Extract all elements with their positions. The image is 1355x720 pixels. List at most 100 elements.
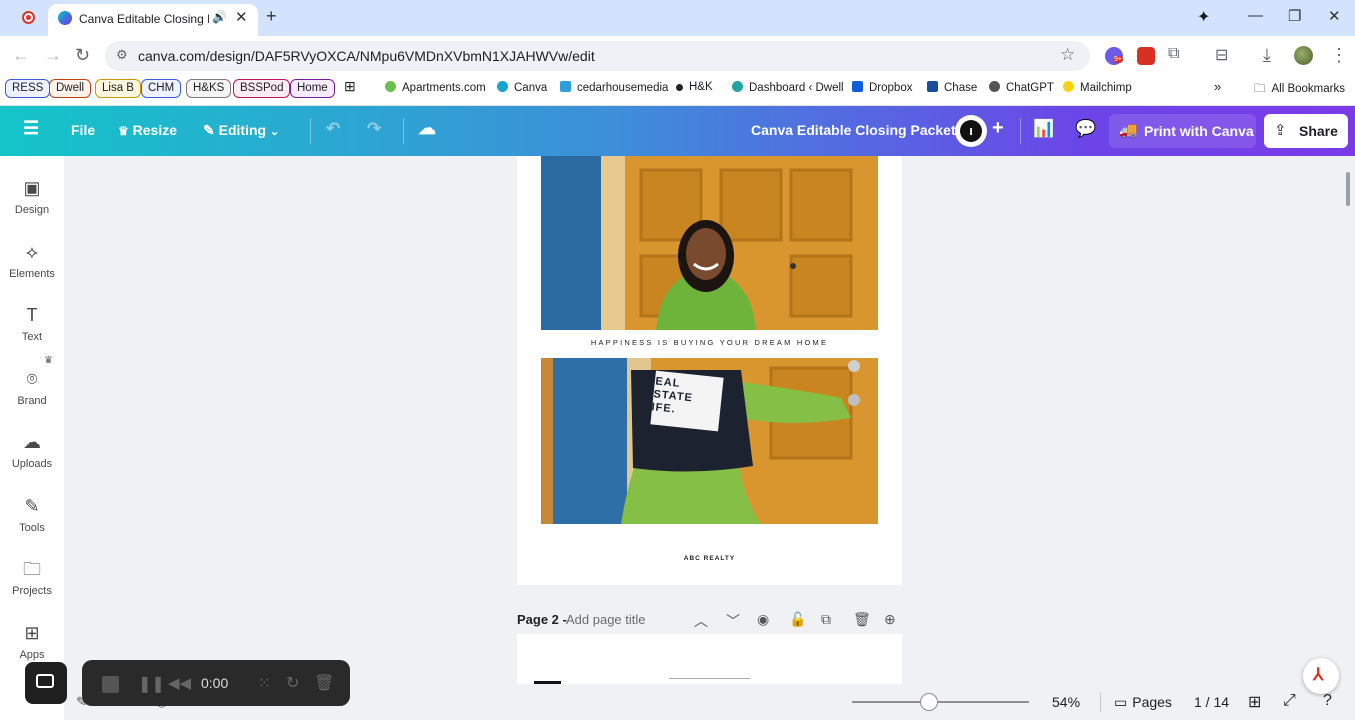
file-menu-button[interactable]: File (71, 122, 95, 138)
move-page-down-icon[interactable]: ﹀ (726, 611, 740, 631)
pages-button[interactable]: ▭ Pages (1114, 694, 1172, 711)
rail-item-apps[interactable]: ⊞ Apps (0, 621, 64, 661)
site-settings-icon[interactable]: ⚙ (116, 47, 128, 63)
profile-avatar[interactable] (1294, 46, 1313, 65)
zoom-slider-handle[interactable] (920, 693, 938, 711)
speaker-icon[interactable]: 🔊 (212, 10, 227, 24)
vertical-scrollbar[interactable] (1346, 172, 1350, 206)
bookmark-apartments[interactable]: Apartments.com (385, 81, 486, 94)
extensions-puzzle-icon[interactable]: ⧉ (1168, 45, 1179, 63)
bookmark-mailchimp[interactable]: Mailchimp (1063, 81, 1132, 94)
page-tagline[interactable]: HAPPINESS IS BUYING YOUR DREAM HOME (517, 338, 902, 347)
downloads-icon[interactable]: ⤓ (1263, 45, 1271, 66)
editing-mode-dropdown[interactable]: ✎ Editing ⌄ (203, 122, 279, 139)
recorder-camera-button[interactable] (25, 662, 67, 704)
bookmark-folder-hks[interactable]: H&KS (186, 79, 232, 98)
new-tab-icon[interactable]: + (266, 6, 277, 27)
gemini-sparkle-icon[interactable]: ✦ (1197, 7, 1210, 27)
share-button[interactable]: ⇪ Share (1264, 114, 1348, 148)
rail-item-brand[interactable]: ⌾ Brand (0, 367, 64, 407)
cloud-saved-icon[interactable]: ☁ (418, 118, 436, 139)
recording-indicator-icon[interactable] (22, 11, 35, 24)
bookmark-cedarhousemedia[interactable]: cedarhousemedia (560, 81, 668, 94)
fullscreen-icon[interactable]: ⤢ (1283, 692, 1296, 710)
bookmark-folder-home[interactable]: Home (290, 79, 335, 98)
canvas-workspace[interactable]: HAPPINESS IS BUYING YOUR DREAM HOME REAL… (64, 156, 1355, 720)
bookmark-dropbox[interactable]: Dropbox (852, 81, 912, 94)
design-page-2[interactable] (517, 634, 902, 686)
rail-item-text[interactable]: T Text (0, 303, 64, 343)
bookmark-dashboard-dwell[interactable]: Dashboard ‹ Dwell (732, 81, 844, 94)
reload-icon[interactable]: ↻ (75, 45, 90, 66)
rail-item-projects[interactable]: 🗀 Projects (0, 557, 64, 597)
stop-icon[interactable] (102, 676, 119, 693)
bookmark-canva[interactable]: Canva (497, 81, 547, 94)
resize-button[interactable]: ♛ Resize (118, 122, 177, 138)
photo-woman-at-door[interactable] (541, 156, 878, 330)
move-page-up-icon[interactable]: ︿ (694, 611, 708, 631)
resize-label: Resize (132, 122, 178, 138)
pause-icon[interactable]: ❚❚ (138, 674, 165, 694)
chrome-menu-icon[interactable]: ⋮ (1330, 45, 1348, 66)
grid-dots-icon[interactable]: ⁙ (258, 674, 271, 692)
apps-grid-icon: ⊞ (24, 623, 40, 643)
page-title-input[interactable]: Add page title (566, 612, 646, 627)
bookmark-chatgpt[interactable]: ChatGPT (989, 81, 1054, 94)
add-collaborator-icon[interactable]: + (992, 117, 1004, 140)
redo-icon[interactable]: ↷ (367, 119, 381, 139)
acrobat-floating-button[interactable]: ⅄ (1303, 658, 1339, 694)
rail-label: Brand (17, 395, 47, 407)
restore-icon[interactable]: ❐ (1288, 7, 1301, 25)
rail-item-elements[interactable]: ⟡ Elements (0, 240, 64, 280)
rail-item-tools[interactable]: ✎ Tools (0, 494, 64, 534)
bookmark-chase[interactable]: Chase (927, 81, 977, 94)
window-close-icon[interactable]: ✕ (1328, 7, 1341, 25)
bookmark-folder-ress[interactable]: RESS (5, 79, 51, 98)
rail-item-design[interactable]: ▣ Design (0, 176, 64, 216)
page-footer-brand[interactable]: ABC REALTY (517, 555, 902, 562)
undo-icon[interactable]: ↶ (326, 119, 340, 139)
address-bar[interactable]: ⚙ canva.com/design/DAF5RVyOXCA/NMpu6VMDn… (105, 41, 1090, 71)
url-text[interactable]: canva.com/design/DAF5RVyOXCA/NMpu6VMDnXV… (138, 48, 595, 64)
rewind-icon[interactable]: ◀◀ (168, 674, 191, 692)
all-bookmarks-folder[interactable]: 🗀 All Bookmarks (1254, 81, 1345, 100)
help-icon[interactable]: ? (1323, 692, 1332, 710)
bookmark-folder-dwell[interactable]: Dwell (49, 79, 92, 98)
hide-page-eye-icon[interactable]: ◉ (757, 611, 769, 628)
design-page-1[interactable]: HAPPINESS IS BUYING YOUR DREAM HOME REAL… (517, 156, 902, 585)
bookmark-folder-lisa-b[interactable]: Lisa B (95, 79, 141, 98)
browser-tab-active[interactable]: Canva Editable Closing Packet 🔊 ✕ (48, 4, 258, 36)
lock-page-icon[interactable]: 🔓 (789, 611, 806, 628)
photo-woman-with-tote[interactable]: REAL ESTATE LIFE. (541, 358, 878, 524)
tab-close-icon[interactable]: ✕ (235, 8, 248, 26)
design-title[interactable]: Canva Editable Closing Packet (751, 122, 956, 138)
bookmark-hk[interactable]: H&K (676, 81, 713, 93)
grid-view-icon[interactable]: ⊞ (1248, 692, 1261, 712)
bookmark-star-icon[interactable]: ☆ (1060, 45, 1075, 65)
tab-search-icon[interactable]: ⊟ (1215, 45, 1228, 65)
more-bookmarks-chevron-icon[interactable]: » (1214, 79, 1221, 94)
user-avatar[interactable]: ı (955, 115, 987, 147)
zoom-percentage[interactable]: 54% (1052, 694, 1080, 710)
restart-icon[interactable]: ↻ (286, 673, 299, 693)
delete-page-icon[interactable]: 🗑 (853, 611, 871, 628)
minimize-icon[interactable]: — (1248, 7, 1263, 24)
zoom-slider[interactable] (852, 701, 1029, 703)
bookmark-label: cedarhousemedia (577, 82, 669, 94)
bookmark-folder-bsspod[interactable]: BSSPod (233, 79, 291, 98)
rail-item-uploads[interactable]: ☁ Uploads (0, 430, 64, 470)
trash-icon[interactable]: 🗑 (314, 673, 334, 693)
add-page-icon[interactable]: ⊕ (884, 611, 896, 628)
bookmark-folder-chm[interactable]: CHM (141, 79, 182, 98)
forward-icon[interactable]: → (44, 45, 62, 66)
dwell-icon (732, 81, 743, 92)
back-icon[interactable]: ← (12, 45, 30, 66)
print-with-canva-button[interactable]: 🚚 Print with Canva (1109, 114, 1256, 148)
apps-grid-icon[interactable]: ⊞ (344, 78, 356, 95)
extension-avatar-icon[interactable]: 9+ (1105, 47, 1123, 65)
comment-icon[interactable]: 💬 (1075, 119, 1096, 139)
acrobat-extension-icon[interactable] (1137, 47, 1155, 65)
duplicate-page-icon[interactable]: ⧉ (821, 611, 831, 628)
insights-chart-icon[interactable]: 📊 (1033, 119, 1054, 139)
menu-hamburger-icon[interactable]: ☰ (23, 118, 39, 139)
